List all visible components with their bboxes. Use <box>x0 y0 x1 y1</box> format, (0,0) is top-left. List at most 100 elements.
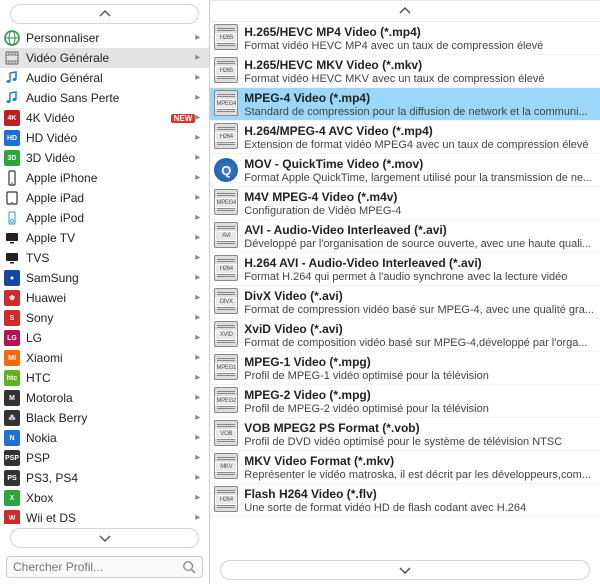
chevron-right-icon: ▸ <box>195 133 203 143</box>
chevron-up-icon <box>399 7 411 15</box>
format-item[interactable]: MPEG4MPEG-4 Video (*.mp4)Standard de com… <box>210 88 600 121</box>
format-icon: H265 <box>214 57 238 83</box>
category-label: Huawei <box>26 291 195 305</box>
format-icon: XVID <box>214 321 238 347</box>
format-icon: AVI <box>214 222 238 248</box>
format-item[interactable]: VOBVOB MPEG2 PS Format (*.vob)Profil de … <box>210 418 600 451</box>
category-item[interactable]: SSony▸ <box>0 308 209 328</box>
chevron-down-icon <box>99 534 111 542</box>
format-item[interactable]: AVIAVI - Audio-Video Interleaved (*.avi)… <box>210 220 600 253</box>
format-item[interactable]: MPEG1MPEG-1 Video (*.mpg)Profil de MPEG-… <box>210 352 600 385</box>
category-label: Apple TV <box>26 231 195 245</box>
chevron-right-icon: ▸ <box>195 313 203 323</box>
category-item[interactable]: PS PS3, PS4▸ <box>0 468 209 488</box>
category-item[interactable]: ❀Huawei▸ <box>0 288 209 308</box>
category-item[interactable]: 3D3D Vidéo▸ <box>0 148 209 168</box>
tv-icon <box>4 230 20 246</box>
format-text: VOB MPEG2 PS Format (*.vob)Profil de DVD… <box>244 420 594 448</box>
ps-icon: PS <box>4 470 20 486</box>
format-title: H.265/HEVC MKV Video (*.mkv) <box>244 58 594 72</box>
format-desc: Standard de compression pour la diffusio… <box>244 106 594 118</box>
category-item[interactable]: htcHTC▸ <box>0 368 209 388</box>
format-desc: Format vidéo HEVC MP4 avec un taux de co… <box>244 40 594 52</box>
chevron-right-icon: ▸ <box>195 393 203 403</box>
category-item[interactable]: HDHD Vidéo▸ <box>0 128 209 148</box>
format-title: MPEG-2 Video (*.mpg) <box>244 388 594 402</box>
category-label: Wii et DS <box>26 511 195 524</box>
format-text: AVI - Audio-Video Interleaved (*.avi)Dév… <box>244 222 594 250</box>
format-item[interactable]: MPEG2MPEG-2 Video (*.mpg)Profil de MPEG-… <box>210 385 600 418</box>
chevron-right-icon: ▸ <box>195 73 203 83</box>
format-item[interactable]: DIVXDivX Video (*.avi)Format de compress… <box>210 286 600 319</box>
category-item[interactable]: Audio Sans Perte▸ <box>0 88 209 108</box>
category-item[interactable]: MIXiaomi▸ <box>0 348 209 368</box>
wii-icon: W <box>4 510 20 524</box>
category-item[interactable]: WWii et DS▸ <box>0 508 209 524</box>
chevron-right-icon: ▸ <box>195 353 203 363</box>
category-item[interactable]: 4K4K VidéoNEW▸ <box>0 108 209 128</box>
format-desc: Extension de format vidéo MPEG4 avec un … <box>244 139 594 151</box>
chevron-right-icon: ▸ <box>195 113 203 123</box>
format-item[interactable]: H264Flash H264 Video (*.flv)Une sorte de… <box>210 484 600 517</box>
ipod-icon <box>4 210 20 226</box>
category-label: PS3, PS4 <box>26 471 195 485</box>
category-item[interactable]: XXbox▸ <box>0 488 209 508</box>
category-label: Apple iPhone <box>26 171 195 185</box>
format-desc: Format Apple QuickTime, largement utilis… <box>244 172 594 184</box>
format-title: DivX Video (*.avi) <box>244 289 594 303</box>
format-title: VOB MPEG2 PS Format (*.vob) <box>244 421 594 435</box>
category-item[interactable]: ⁂Black Berry▸ <box>0 408 209 428</box>
category-label: Apple iPod <box>26 211 195 225</box>
format-icon: Q <box>214 158 238 182</box>
category-item[interactable]: Apple iPhone▸ <box>0 168 209 188</box>
scroll-down-button[interactable] <box>220 560 590 580</box>
category-item[interactable]: Personnaliser▸ <box>0 28 209 48</box>
search-icon <box>182 560 196 574</box>
search-input[interactable] <box>13 560 182 574</box>
format-item[interactable]: H265 H.265/HEVC MKV Video (*.mkv)Format v… <box>210 55 600 88</box>
chevron-right-icon: ▸ <box>195 473 203 483</box>
category-item[interactable]: NNokia▸ <box>0 428 209 448</box>
format-item[interactable]: QMOV - QuickTime Video (*.mov)Format App… <box>210 154 600 187</box>
4k-icon: 4K <box>4 110 20 126</box>
format-text: H.264 AVI - Audio-Video Interleaved (*.a… <box>244 255 594 283</box>
chevron-right-icon: ▸ <box>195 493 203 503</box>
category-item[interactable]: Audio Général▸ <box>0 68 209 88</box>
category-label: Vidéo Générale <box>26 51 195 65</box>
category-item[interactable]: Apple TV▸ <box>0 228 209 248</box>
category-item[interactable]: Apple iPod▸ <box>0 208 209 228</box>
category-label: Nokia <box>26 431 195 445</box>
format-desc: Configuration de Vidéo MPEG-4 <box>244 205 594 217</box>
new-badge: NEW <box>171 114 196 123</box>
format-desc: Représenter le vidéo matroska, il est dé… <box>244 469 594 481</box>
format-text: H.264/MPEG-4 AVC Video (*.mp4)Extension … <box>244 123 594 151</box>
format-desc: Format vidéo HEVC MKV avec un taux de co… <box>244 73 594 85</box>
format-title: H.265/HEVC MP4 Video (*.mp4) <box>244 25 594 39</box>
moto-icon: M <box>4 390 20 406</box>
scroll-up-button[interactable] <box>210 0 600 22</box>
format-item[interactable]: MPEG4M4V MPEG-4 Video (*.m4v)Configurati… <box>210 187 600 220</box>
format-desc: Format H.264 qui permet à l'audio synchr… <box>244 271 594 283</box>
scroll-down-button[interactable] <box>10 528 199 548</box>
category-item[interactable]: LGLG▸ <box>0 328 209 348</box>
format-item[interactable]: H265H.265/HEVC MP4 Video (*.mp4)Format v… <box>210 22 600 55</box>
scroll-up-button[interactable] <box>10 4 199 24</box>
format-item[interactable]: MKVMKV Video Format (*.mkv)Représenter l… <box>210 451 600 484</box>
format-item[interactable]: H264H.264/MPEG-4 AVC Video (*.mp4)Extens… <box>210 121 600 154</box>
category-item[interactable]: ●SamSung▸ <box>0 268 209 288</box>
format-desc: Profil de MPEG-2 vidéo optimisé pour la … <box>244 403 594 415</box>
category-item[interactable]: Apple iPad▸ <box>0 188 209 208</box>
format-icon: MPEG4 <box>214 189 238 215</box>
category-label: Apple iPad <box>26 191 195 205</box>
category-item[interactable]: TVS▸ <box>0 248 209 268</box>
format-icon: VOB <box>214 420 238 446</box>
format-item[interactable]: H264H.264 AVI - Audio-Video Interleaved … <box>210 253 600 286</box>
category-item[interactable]: MMotorola▸ <box>0 388 209 408</box>
format-text: Flash H264 Video (*.flv)Une sorte de for… <box>244 486 594 514</box>
search-profile[interactable] <box>6 556 203 578</box>
category-item[interactable]: PSPPSP▸ <box>0 448 209 468</box>
category-item[interactable]: Vidéo Générale▸ <box>0 48 209 68</box>
format-item[interactable]: XVIDXviD Video (*.avi)Format de composit… <box>210 319 600 352</box>
format-text: MPEG-2 Video (*.mpg)Profil de MPEG-2 vid… <box>244 387 594 415</box>
chevron-right-icon: ▸ <box>195 53 203 63</box>
